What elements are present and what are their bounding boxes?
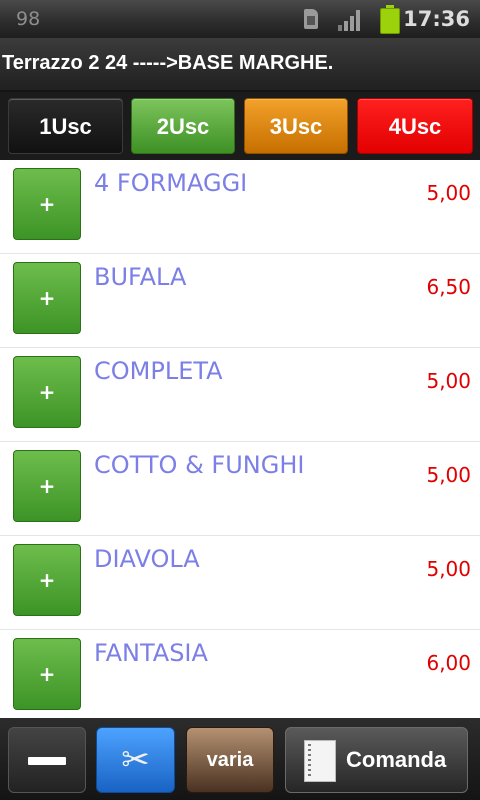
add-item-button[interactable]: + — [13, 168, 81, 240]
item-name: DIAVOLA — [94, 545, 200, 573]
item-price: 5,00 — [426, 557, 471, 581]
course-selector: 1Usc 2Usc 3Usc 4Usc — [0, 92, 480, 160]
varia-button[interactable]: varia — [186, 727, 274, 793]
add-item-button[interactable]: + — [13, 638, 81, 710]
remove-button[interactable] — [8, 727, 86, 793]
list-item[interactable]: + COMPLETA 5,00 — [0, 348, 480, 442]
battery-icon — [380, 5, 400, 34]
item-name: COMPLETA — [94, 357, 223, 385]
comanda-label: Comanda — [346, 747, 447, 772]
item-name: 4 FORMAGGI — [94, 169, 248, 197]
minus-icon — [28, 757, 66, 765]
item-price: 6,00 — [426, 651, 471, 675]
scissors-icon: ✂ — [121, 740, 150, 780]
list-item[interactable]: + BUFALA 6,50 — [0, 254, 480, 348]
add-item-button[interactable]: + — [13, 356, 81, 428]
item-name: COTTO & FUNGHI — [94, 451, 305, 479]
menu-item-list[interactable]: + 4 FORMAGGI 5,00 + BUFALA 6,50 + COMPLE… — [0, 160, 480, 718]
item-price: 6,50 — [426, 275, 471, 299]
item-price: 5,00 — [426, 463, 471, 487]
bottom-toolbar: ✂ varia Comanda — [0, 718, 480, 800]
course-3-button[interactable]: 3Usc — [244, 98, 348, 154]
add-item-button[interactable]: + — [13, 450, 81, 522]
clock: 17:36 — [403, 7, 470, 31]
list-item[interactable]: + COTTO & FUNGHI 5,00 — [0, 442, 480, 536]
document-icon — [304, 740, 336, 782]
course-2-button[interactable]: 2Usc — [131, 98, 235, 154]
list-item[interactable]: + 4 FORMAGGI 5,00 — [0, 160, 480, 254]
comanda-button[interactable]: Comanda — [285, 727, 468, 793]
cut-button[interactable]: ✂ — [96, 727, 175, 793]
signal-strength-icon — [338, 9, 364, 31]
title-bar: Terrazzo 2 24 ----->BASE MARGHE. — [0, 38, 480, 92]
notification-count: 98 — [16, 8, 41, 30]
page-title: Terrazzo 2 24 ----->BASE MARGHE. — [2, 52, 334, 74]
course-1-button[interactable]: 1Usc — [8, 98, 123, 154]
course-4-button[interactable]: 4Usc — [357, 98, 473, 154]
status-bar: 98 17:36 — [0, 0, 480, 38]
item-price: 5,00 — [426, 181, 471, 205]
item-price: 5,00 — [426, 369, 471, 393]
add-item-button[interactable]: + — [13, 544, 81, 616]
list-item[interactable]: + FANTASIA 6,00 — [0, 630, 480, 718]
sim-card-icon — [304, 9, 318, 29]
item-name: FANTASIA — [94, 639, 208, 667]
list-item[interactable]: + DIAVOLA 5,00 — [0, 536, 480, 630]
add-item-button[interactable]: + — [13, 262, 81, 334]
item-name: BUFALA — [94, 263, 187, 291]
